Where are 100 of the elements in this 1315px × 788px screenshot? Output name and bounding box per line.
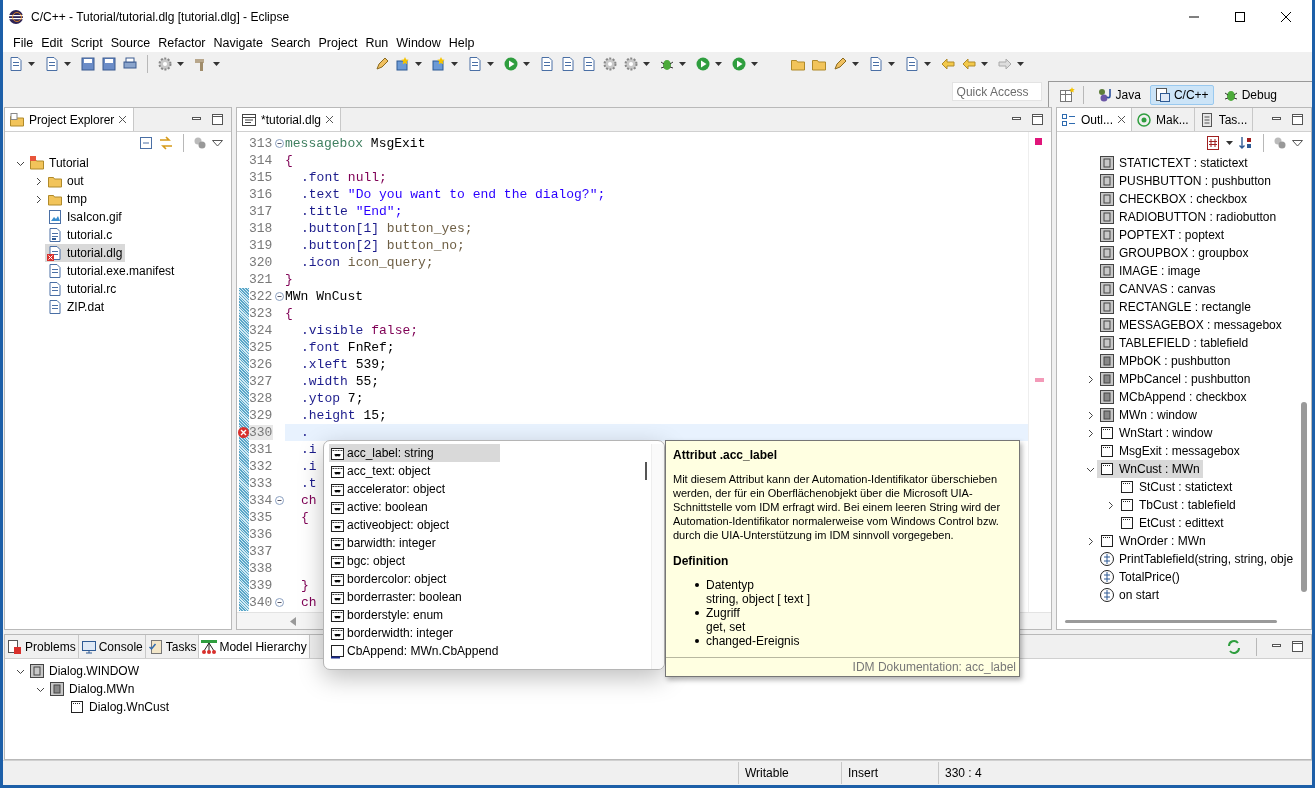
tree-item[interactable]: tutorial.exe.manifest <box>45 262 178 280</box>
tree-item[interactable]: tutorial.rc <box>45 280 120 298</box>
tree-item[interactable]: ZIP.dat <box>45 298 108 316</box>
error-overview-marker[interactable] <box>1035 378 1044 382</box>
menu-item[interactable]: Help <box>445 36 480 50</box>
dropdown-caret-icon[interactable] <box>1226 141 1233 145</box>
document-icon[interactable] <box>8 56 24 72</box>
close-icon[interactable] <box>325 115 335 124</box>
outline-item[interactable]: MWn : window <box>1097 406 1201 424</box>
collapse-all-icon[interactable] <box>139 136 153 150</box>
collapse-fold-icon[interactable] <box>274 598 284 607</box>
outline-item[interactable]: PrintTablefield(string, string, obje <box>1097 550 1297 568</box>
outline-item[interactable]: WnStart : window <box>1097 424 1216 442</box>
dropdown-caret-icon[interactable] <box>981 62 988 66</box>
completion-item[interactable]: bgc: object <box>329 552 500 570</box>
menu-item[interactable]: File <box>10 36 39 50</box>
dropdown-caret-icon[interactable] <box>888 62 895 66</box>
completion-item[interactable]: acc_text: object <box>329 462 500 480</box>
menu-item[interactable]: Window <box>393 36 446 50</box>
tree-item[interactable]: IsaIcon.gif <box>45 208 125 226</box>
view-menu-icon[interactable] <box>212 139 223 147</box>
outline-item[interactable]: GROUPBOX : groupbox <box>1097 244 1252 262</box>
document-icon[interactable] <box>868 56 884 72</box>
dropdown-caret-icon[interactable] <box>679 62 686 66</box>
perspective-button[interactable]: Debug <box>1217 84 1282 105</box>
tree-item[interactable]: Dialog.WnCust <box>67 698 173 716</box>
dropdown-caret-icon[interactable] <box>177 62 184 66</box>
view-tab[interactable]: Project Explorer <box>5 108 135 131</box>
dropdown-caret-icon[interactable] <box>28 62 35 66</box>
outline-item[interactable]: PUSHBUTTON : pushbutton <box>1097 172 1274 190</box>
scrollbar-thumb[interactable] <box>1301 402 1307 592</box>
tree-item[interactable]: out <box>45 172 87 190</box>
cube-icon[interactable] <box>395 56 411 72</box>
document-icon[interactable] <box>44 56 60 72</box>
scrollbar-thumb[interactable] <box>1065 619 1277 623</box>
dropdown-caret-icon[interactable] <box>213 62 220 66</box>
menu-item[interactable]: Source <box>107 36 156 50</box>
outline-item[interactable]: EtCust : edittext <box>1117 514 1227 532</box>
arrow-left-icon[interactable] <box>940 56 956 72</box>
dropdown-caret-icon[interactable] <box>523 62 530 66</box>
view-tab[interactable]: Tas... <box>1194 108 1254 131</box>
tree-item[interactable]: Dialog.MWn <box>47 680 138 698</box>
sort-icon[interactable] <box>1238 135 1254 151</box>
view-tab[interactable]: Outl... <box>1057 108 1132 131</box>
dropdown-caret-icon[interactable] <box>852 62 859 66</box>
perspective-button[interactable]: C/C++ <box>1149 84 1214 105</box>
tree-item[interactable]: Tutorial <box>27 154 92 172</box>
completion-item[interactable]: active: boolean <box>329 498 500 516</box>
completion-item[interactable]: borderstyle: enum <box>329 606 500 624</box>
outline-item[interactable]: RECTANGLE : rectangle <box>1097 298 1254 316</box>
maximize-icon[interactable] <box>1032 114 1043 125</box>
document-icon[interactable] <box>560 56 576 72</box>
completion-item[interactable]: borderraster: boolean <box>329 588 500 606</box>
view-tab[interactable]: Problems <box>5 635 79 658</box>
outline-item[interactable]: TotalPrice() <box>1097 568 1183 586</box>
close-icon[interactable] <box>1117 115 1126 124</box>
outline-item[interactable]: RADIOBUTTON : radiobutton <box>1097 208 1280 226</box>
tree-item[interactable]: tmp <box>45 190 90 208</box>
menu-item[interactable]: Run <box>362 36 394 50</box>
pencil-icon[interactable] <box>374 56 390 72</box>
menu-item[interactable]: Refactor <box>155 36 211 50</box>
dropdown-caret-icon[interactable] <box>415 62 422 66</box>
outline-item[interactable]: IMAGE : image <box>1097 262 1204 280</box>
outline-item[interactable]: TABLEFIELD : tablefield <box>1097 334 1252 352</box>
dropdown-caret-icon[interactable] <box>1017 62 1024 66</box>
completion-item[interactable]: CbAppend: MWn.CbAppend <box>329 642 500 660</box>
outline-item[interactable]: StCust : statictext <box>1117 478 1236 496</box>
outline-item[interactable]: WnOrder : MWn <box>1097 532 1209 550</box>
dropdown-caret-icon[interactable] <box>64 62 71 66</box>
outline-item[interactable]: STATICTEXT : statictext <box>1097 154 1251 172</box>
menu-item[interactable]: Project <box>315 36 363 50</box>
outline-item[interactable]: MCbAppend : checkbox <box>1097 388 1250 406</box>
outline-item[interactable]: MsgExit : messagebox <box>1097 442 1243 460</box>
outline-item[interactable]: MPbOK : pushbutton <box>1097 352 1234 370</box>
scrollbar-thumb[interactable] <box>645 462 647 480</box>
perspective-button[interactable]: Java <box>1091 84 1146 105</box>
document-icon[interactable] <box>581 56 597 72</box>
view-menu-icon[interactable] <box>1292 139 1303 147</box>
completion-item[interactable]: accelerator: object <box>329 480 500 498</box>
menu-item[interactable]: Script <box>67 36 108 50</box>
tree-item[interactable]: tutorial.c <box>45 226 116 244</box>
tree-item[interactable]: Dialog.WINDOW <box>27 662 142 680</box>
document-icon[interactable] <box>467 56 483 72</box>
dropdown-caret-icon[interactable] <box>487 62 494 66</box>
outline-item[interactable]: POPTEXT : poptext <box>1097 226 1228 244</box>
outline-item[interactable]: CHECKBOX : checkbox <box>1097 190 1251 208</box>
gear-icon[interactable] <box>602 56 618 72</box>
collapse-fold-icon[interactable] <box>274 139 284 148</box>
maximize-icon[interactable] <box>1292 114 1303 125</box>
outline-item[interactable]: TbCust : tablefield <box>1117 496 1239 514</box>
outline-item[interactable]: WnCust : MWn <box>1097 460 1203 478</box>
outline-item[interactable]: CANVAS : canvas <box>1097 280 1219 298</box>
menu-item[interactable]: Edit <box>38 36 68 50</box>
collapse-fold-icon[interactable] <box>274 496 284 505</box>
dropdown-caret-icon[interactable] <box>715 62 722 66</box>
pencil-icon[interactable] <box>832 56 848 72</box>
tree-item[interactable]: tutorial.dlg <box>45 244 126 262</box>
close-icon[interactable] <box>118 115 128 124</box>
maximize-icon[interactable] <box>1292 641 1303 652</box>
view-tab[interactable]: Console <box>78 635 146 658</box>
